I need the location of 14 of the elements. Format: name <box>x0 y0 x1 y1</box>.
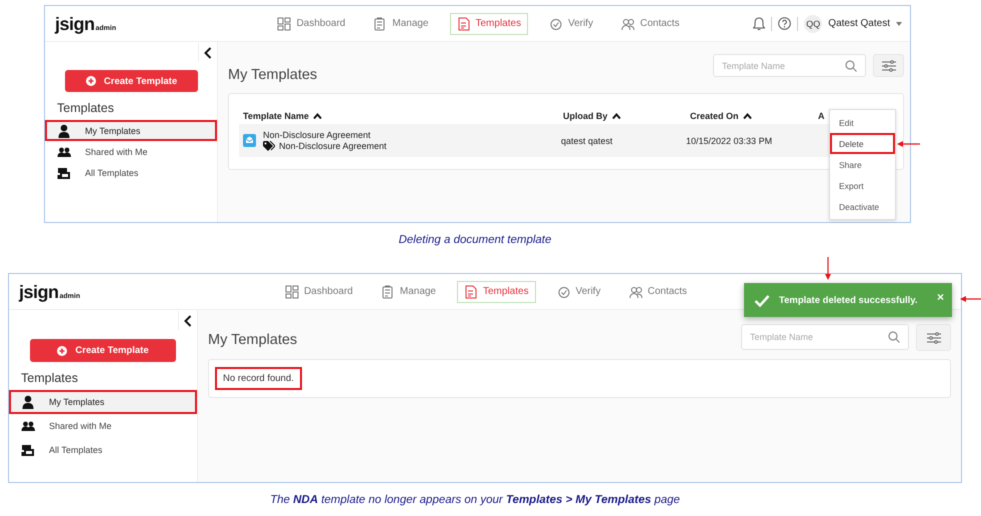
figure-caption: The NDA template no longer appears on your Templates > My Templates page <box>269 494 681 508</box>
toast-message: Template deleted successfully. <box>779 294 919 306</box>
logo: jsign <box>19 282 59 300</box>
template-name: Non-Disclosure Agreement <box>263 130 372 140</box>
figure-caption: Deleting a document template <box>398 234 552 248</box>
page-title: My Templates <box>208 332 298 348</box>
page-title: My Templates <box>228 67 318 83</box>
empty-message: No record found. <box>215 367 302 390</box>
logo: jsign <box>55 14 95 32</box>
section-heading: Templates <box>57 101 115 115</box>
table-cell-text: 10/15/2022 03:33 PM <box>686 136 774 146</box>
tag-label: Non-Disclosure Agreement <box>279 141 387 151</box>
table-cell-text: qatest qatest <box>561 136 614 146</box>
section-heading: Templates <box>21 371 79 385</box>
